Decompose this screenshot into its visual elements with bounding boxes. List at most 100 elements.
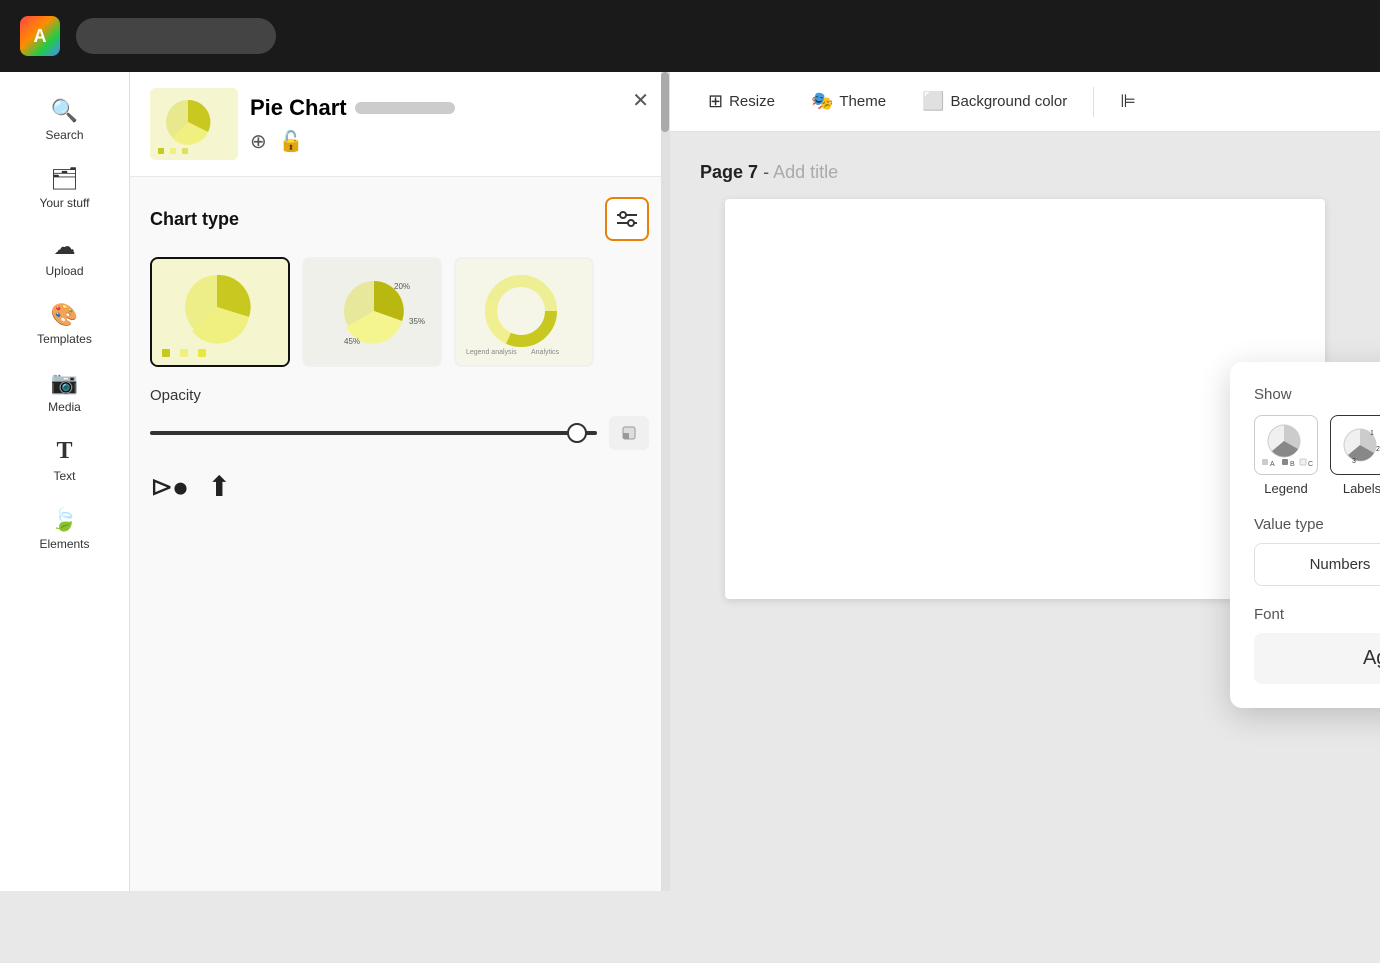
resize-icon: ⊞ bbox=[708, 91, 723, 112]
panel-scroll-thumb[interactable] bbox=[661, 72, 669, 132]
show-label: Show bbox=[1254, 386, 1380, 403]
chart-type-pie-labeled[interactable]: 20% 35% 45% bbox=[302, 257, 442, 367]
sidebar-item-elements-label: Elements bbox=[39, 537, 89, 551]
panel-title-bar bbox=[355, 102, 455, 114]
sidebar-item-templates[interactable]: 🎨 Templates bbox=[15, 292, 115, 356]
background-color-button[interactable]: ⬜ Background color bbox=[908, 85, 1081, 118]
panel-thumbnail bbox=[150, 88, 238, 160]
chart-type-1-svg bbox=[152, 259, 290, 367]
chart-type-title: Chart type bbox=[150, 209, 239, 230]
section-header: Chart type bbox=[150, 197, 649, 241]
svg-text:C: C bbox=[1308, 461, 1313, 468]
sidebar-item-your-stuff[interactable]: 🗂 Your stuff bbox=[15, 156, 115, 220]
align-button[interactable]: ⊫ bbox=[1106, 85, 1150, 118]
svg-text:3: 3 bbox=[1352, 458, 1356, 465]
app-logo[interactable]: A bbox=[20, 16, 60, 56]
sidebar-item-media-label: Media bbox=[48, 400, 81, 414]
svg-text:2: 2 bbox=[1376, 446, 1380, 453]
templates-icon: 🎨 bbox=[51, 302, 78, 328]
topbar: A bbox=[0, 0, 1380, 72]
page-title: Page 7 - Add title bbox=[700, 162, 838, 183]
toolbar-separator bbox=[1093, 87, 1094, 117]
flip-icon[interactable]: ⊳⦁ bbox=[150, 470, 187, 504]
svg-text:45%: 45% bbox=[344, 337, 360, 346]
page-number: Page 7 bbox=[700, 162, 758, 182]
canvas-wrapper: ⊞ Resize 🎭 Theme ⬜ Background color ⊫ Pa… bbox=[670, 72, 1380, 891]
bottom-icons-row: ⊳⦁ ⬆ bbox=[130, 470, 669, 524]
svg-text:20%: 20% bbox=[394, 282, 410, 291]
bg-color-icon: ⬜ bbox=[922, 91, 944, 112]
svg-text:1: 1 bbox=[1370, 430, 1374, 437]
sidebar-item-text-label: Text bbox=[53, 469, 75, 483]
media-icon: 📷 bbox=[51, 370, 78, 396]
chart-type-pie-full[interactable] bbox=[150, 257, 290, 367]
legend-thumb-svg: A B C bbox=[1258, 419, 1314, 471]
labels-label: Labels bbox=[1343, 481, 1380, 496]
panel-title: Pie Chart bbox=[250, 95, 620, 121]
main-layout: 🔍 Search 🗂 Your stuff ☁ Upload 🎨 Templat… bbox=[0, 72, 1380, 891]
sidebar-item-text[interactable]: T Text bbox=[15, 428, 115, 493]
labels-thumb: 1 2 3 bbox=[1330, 415, 1380, 475]
bg-color-label: Background color bbox=[950, 93, 1067, 110]
panel-scroll-track[interactable] bbox=[661, 72, 669, 891]
transform-icon[interactable]: ⬆ bbox=[207, 470, 230, 504]
labels-thumb-svg: 1 2 3 bbox=[1334, 419, 1380, 471]
panel-title-text: Pie Chart bbox=[250, 95, 347, 121]
text-icon: T bbox=[56, 438, 72, 465]
search-icon: 🔍 bbox=[51, 98, 78, 124]
svg-text:Analytics: Analytics bbox=[531, 349, 560, 356]
show-option-legend[interactable]: A B C Legend bbox=[1254, 415, 1318, 496]
theme-label: Theme bbox=[839, 93, 886, 110]
font-settings-button[interactable]: Ag Font settings bbox=[1254, 633, 1380, 684]
opacity-value[interactable] bbox=[609, 416, 649, 450]
legend-thumb: A B C bbox=[1254, 415, 1318, 475]
align-icon: ⊫ bbox=[1120, 91, 1136, 112]
opacity-section: Opacity bbox=[130, 387, 669, 470]
popup-panel: Show A B C bbox=[1230, 362, 1380, 708]
opacity-row bbox=[150, 416, 649, 450]
value-type-section: Value type Numbers Percentage bbox=[1254, 516, 1380, 586]
sidebar-item-search[interactable]: 🔍 Search bbox=[15, 88, 115, 152]
opacity-label: Opacity bbox=[150, 387, 649, 404]
chart-type-section: Chart type bbox=[130, 177, 669, 387]
panel-header: Pie Chart ⊕ 🔓 ✕ bbox=[130, 72, 669, 177]
font-ag-icon: Ag bbox=[1363, 647, 1380, 670]
logo-letter: A bbox=[34, 26, 47, 47]
panel-icons: ⊕ 🔓 bbox=[250, 129, 620, 154]
sidebar: 🔍 Search 🗂 Your stuff ☁ Upload 🎨 Templat… bbox=[0, 72, 130, 891]
opacity-slider[interactable] bbox=[150, 431, 597, 435]
svg-text:35%: 35% bbox=[409, 317, 425, 326]
panel: Pie Chart ⊕ 🔓 ✕ Chart type bbox=[130, 72, 670, 891]
opacity-value-icon bbox=[621, 425, 637, 441]
sidebar-item-your-stuff-label: Your stuff bbox=[39, 196, 89, 210]
sidebar-item-media[interactable]: 📷 Media bbox=[15, 360, 115, 424]
value-type-label: Value type bbox=[1254, 516, 1380, 533]
slider-thumb[interactable] bbox=[567, 423, 587, 443]
page-title-placeholder[interactable]: Add title bbox=[773, 162, 838, 182]
chart-type-3-svg: Legend analysis Analytics bbox=[456, 259, 594, 367]
pie-chart-thumbnail-svg bbox=[150, 88, 238, 160]
sidebar-item-elements[interactable]: 🍃 Elements bbox=[15, 497, 115, 561]
filter-icon bbox=[617, 211, 637, 227]
value-type-buttons: Numbers Percentage bbox=[1254, 543, 1380, 586]
numbers-button[interactable]: Numbers bbox=[1255, 544, 1380, 585]
filter-button[interactable] bbox=[605, 197, 649, 241]
duplicate-icon[interactable]: ⊕ bbox=[250, 129, 267, 154]
topbar-search-bar[interactable] bbox=[76, 18, 276, 54]
chart-type-donut[interactable]: Legend analysis Analytics bbox=[454, 257, 594, 367]
sidebar-item-upload-label: Upload bbox=[45, 264, 83, 278]
close-button[interactable]: ✕ bbox=[632, 88, 649, 113]
upload-icon: ☁ bbox=[54, 234, 76, 260]
font-label: Font bbox=[1254, 606, 1380, 623]
show-option-labels[interactable]: 1 2 3 Labels bbox=[1330, 415, 1380, 496]
font-section: Font Ag Font settings bbox=[1254, 606, 1380, 684]
folder-icon: 🗂 bbox=[51, 166, 79, 192]
lock-icon[interactable]: 🔓 bbox=[279, 129, 304, 154]
theme-icon: 🎭 bbox=[811, 91, 833, 112]
sidebar-item-upload[interactable]: ☁ Upload bbox=[15, 224, 115, 288]
theme-button[interactable]: 🎭 Theme bbox=[797, 85, 900, 118]
resize-button[interactable]: ⊞ Resize bbox=[694, 85, 789, 118]
page-title-separator: - bbox=[763, 162, 773, 182]
toolbar: ⊞ Resize 🎭 Theme ⬜ Background color ⊫ bbox=[670, 72, 1380, 132]
panel-title-area: Pie Chart ⊕ 🔓 bbox=[250, 95, 620, 154]
